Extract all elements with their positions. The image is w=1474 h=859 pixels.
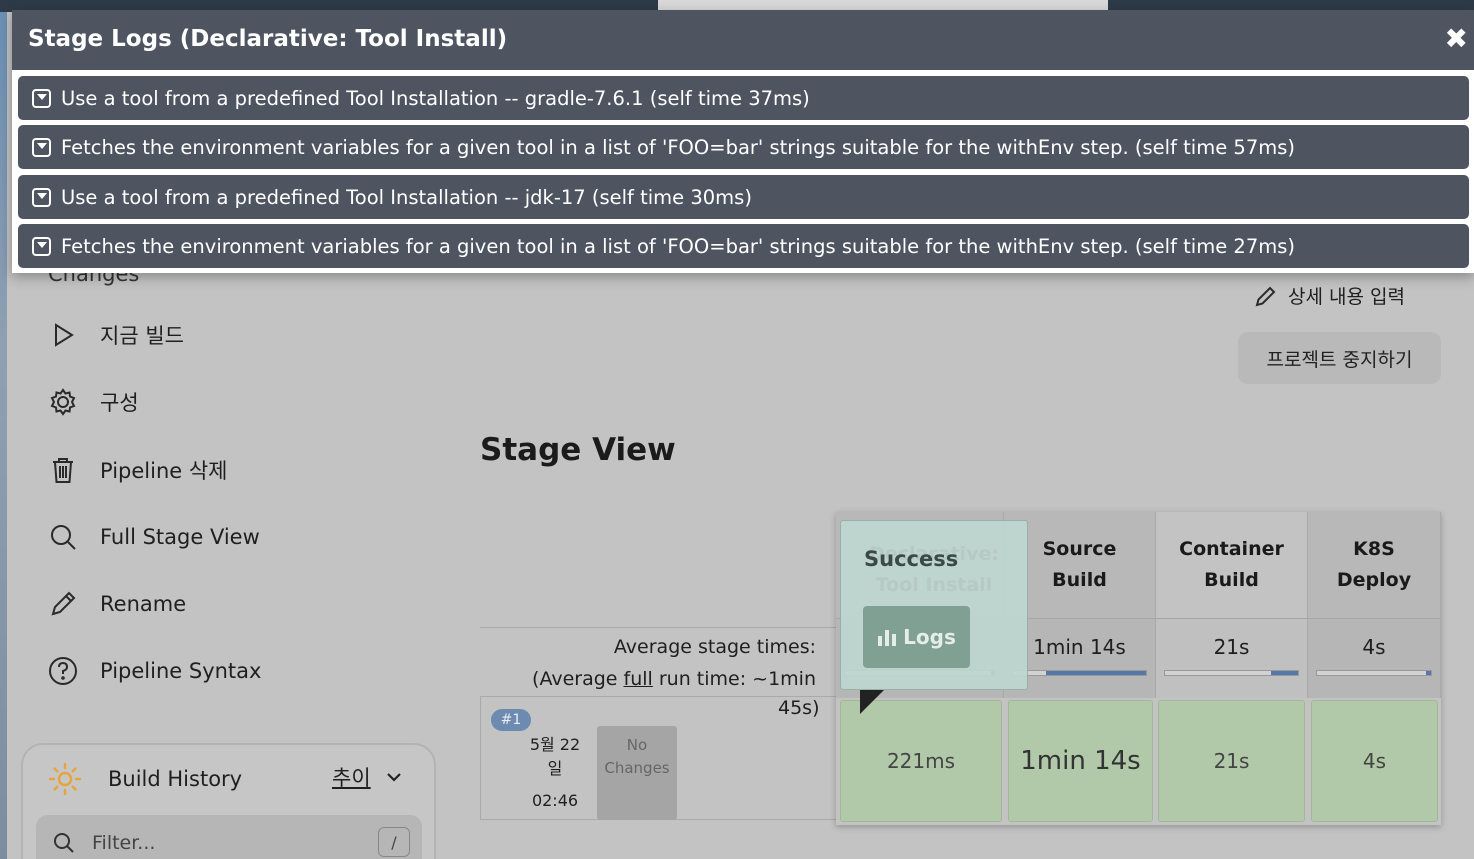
stage-average-value: 21s	[1213, 635, 1250, 659]
stage-logs-modal: Stage Logs (Declarative: Tool Install) ✖…	[12, 10, 1474, 273]
build-history-trend-link[interactable]: 추이	[332, 762, 403, 792]
stage-view-title: Stage View	[480, 432, 676, 468]
sidebar-item-label: Full Stage View	[100, 525, 260, 549]
logs-button[interactable]: Logs	[863, 606, 970, 668]
stage-average-bar	[1164, 670, 1299, 676]
average-full-suffix: run time: ~1min	[652, 668, 816, 690]
stage-header-container-build: Container Build	[1156, 512, 1308, 618]
stage-header-line: Deploy	[1336, 569, 1412, 591]
log-entry-text: Use a tool from a predefined Tool Instal…	[61, 185, 752, 209]
build-date-line2: 일	[547, 759, 563, 778]
stage-average-bar-fill	[1271, 671, 1298, 675]
sidebar-item-label: Rename	[100, 592, 187, 616]
expand-icon[interactable]	[32, 137, 51, 157]
stage-average-value: 4s	[1362, 635, 1386, 659]
sidebar-item-rename[interactable]: Rename	[48, 589, 186, 619]
help-icon	[49, 657, 77, 685]
modal-body: Use a tool from a predefined Tool Instal…	[12, 70, 1474, 273]
stage-average-bar-fill	[1426, 671, 1431, 675]
sidebar-item-configure[interactable]: 구성	[48, 387, 139, 417]
close-icon[interactable]: ✖	[1445, 22, 1468, 55]
pencil-icon	[51, 591, 76, 616]
stage-cell-k8s-deploy[interactable]: 4s	[1311, 700, 1438, 822]
build-history-title: Build History	[108, 767, 243, 791]
expand-icon[interactable]	[32, 88, 51, 108]
sidebar-item-label: Pipeline Syntax	[100, 659, 262, 683]
build-number-badge[interactable]: #1	[491, 709, 531, 731]
log-entry-text: Fetches the environment variables for a …	[61, 135, 1295, 159]
popover-pointer	[860, 690, 884, 714]
stage-average-container-build: 21s	[1156, 618, 1308, 698]
stage-header-k8s-deploy: K8S Deploy	[1308, 512, 1441, 618]
keyboard-shortcut-badge: /	[378, 827, 410, 857]
sidebar-item-pipeline-syntax[interactable]: Pipeline Syntax	[48, 656, 261, 686]
stage-header-line: Build	[1052, 569, 1107, 591]
sidebar-item-build-now[interactable]: 지금 빌드	[48, 320, 184, 350]
stage-status-text: Success	[864, 547, 959, 571]
build-changes: No Changes	[597, 726, 677, 820]
sidebar-item-label: Pipeline 삭제	[100, 459, 228, 483]
build-date-line1: 5월 22	[529, 735, 581, 754]
modal-title: Stage Logs (Declarative: Tool Install)	[28, 26, 508, 52]
stage-cell-source-build[interactable]: 1min 14s	[1008, 700, 1153, 822]
play-icon	[55, 323, 74, 347]
average-stage-times-label: Average stage times:	[613, 636, 816, 658]
stage-header-line: Tool Install	[875, 574, 993, 596]
stage-status-popover: Declarative: Tool Install Success 221ms …	[840, 520, 1028, 690]
log-entry[interactable]: Fetches the environment variables for a …	[18, 125, 1469, 169]
stage-cell-tool-install[interactable]: 221ms	[840, 700, 1002, 822]
log-entry-text: Fetches the environment variables for a …	[61, 234, 1295, 258]
trash-icon	[53, 458, 73, 483]
search-icon	[51, 525, 76, 550]
stage-average-bar	[1316, 670, 1432, 676]
logs-button-label: Logs	[903, 625, 956, 649]
stage-header-line: Source	[1042, 538, 1117, 560]
average-full-run-time: (Average full run time: ~1min	[532, 668, 816, 690]
stage-average-value: 1min 14s	[1033, 635, 1126, 659]
stage-average-bar	[1012, 670, 1147, 676]
edit-description-link[interactable]: 상세 내용 입력	[1254, 282, 1405, 309]
desktop-edge	[0, 12, 7, 859]
pencil-icon	[1255, 286, 1276, 306]
expand-icon[interactable]	[32, 187, 51, 207]
build-time: 02:46	[531, 791, 579, 810]
stage-header-line: K8S	[1353, 538, 1395, 560]
stage-average-bar-fill	[1046, 671, 1146, 675]
modal-header: Stage Logs (Declarative: Tool Install) ✖	[12, 10, 1474, 70]
stage-average-k8s-deploy: 4s	[1308, 618, 1441, 698]
sidebar-item-label: 구성	[100, 391, 139, 415]
full-run-link[interactable]: full	[624, 668, 653, 690]
sidebar-item-delete-pipeline[interactable]: Pipeline 삭제	[48, 455, 228, 485]
log-entry-text: Use a tool from a predefined Tool Instal…	[61, 86, 810, 110]
build-date: 5월 22 일	[513, 733, 597, 781]
edit-description-label: 상세 내용 입력	[1288, 286, 1405, 308]
sun-icon	[48, 762, 82, 796]
build-history-header: Build History	[48, 762, 242, 796]
stage-header-line: Build	[1204, 569, 1259, 591]
log-entry[interactable]: Fetches the environment variables for a …	[18, 224, 1469, 268]
stage-cell-container-build[interactable]: 21s	[1158, 700, 1305, 822]
disable-project-button[interactable]: 프로젝트 중지하기	[1238, 332, 1441, 384]
average-times-row: Average stage times: (Average full run t…	[480, 627, 836, 695]
stage-header-line: Container	[1179, 538, 1284, 560]
gear-icon	[50, 388, 76, 416]
log-entry[interactable]: Use a tool from a predefined Tool Instal…	[18, 175, 1469, 219]
filter-placeholder: Filter...	[92, 832, 156, 854]
bar-chart-icon	[878, 630, 897, 646]
log-entry[interactable]: Use a tool from a predefined Tool Instal…	[18, 76, 1469, 120]
sidebar-item-full-stage-view[interactable]: Full Stage View	[48, 522, 260, 552]
search-icon	[54, 833, 74, 853]
trend-label: 추이	[332, 766, 371, 790]
sidebar-item-label: 지금 빌드	[100, 324, 184, 348]
build-filter-input[interactable]: Filter... /	[36, 815, 422, 859]
expand-icon[interactable]	[32, 236, 51, 256]
average-full-prefix: (Average	[532, 668, 624, 690]
chevron-down-icon	[386, 773, 401, 782]
